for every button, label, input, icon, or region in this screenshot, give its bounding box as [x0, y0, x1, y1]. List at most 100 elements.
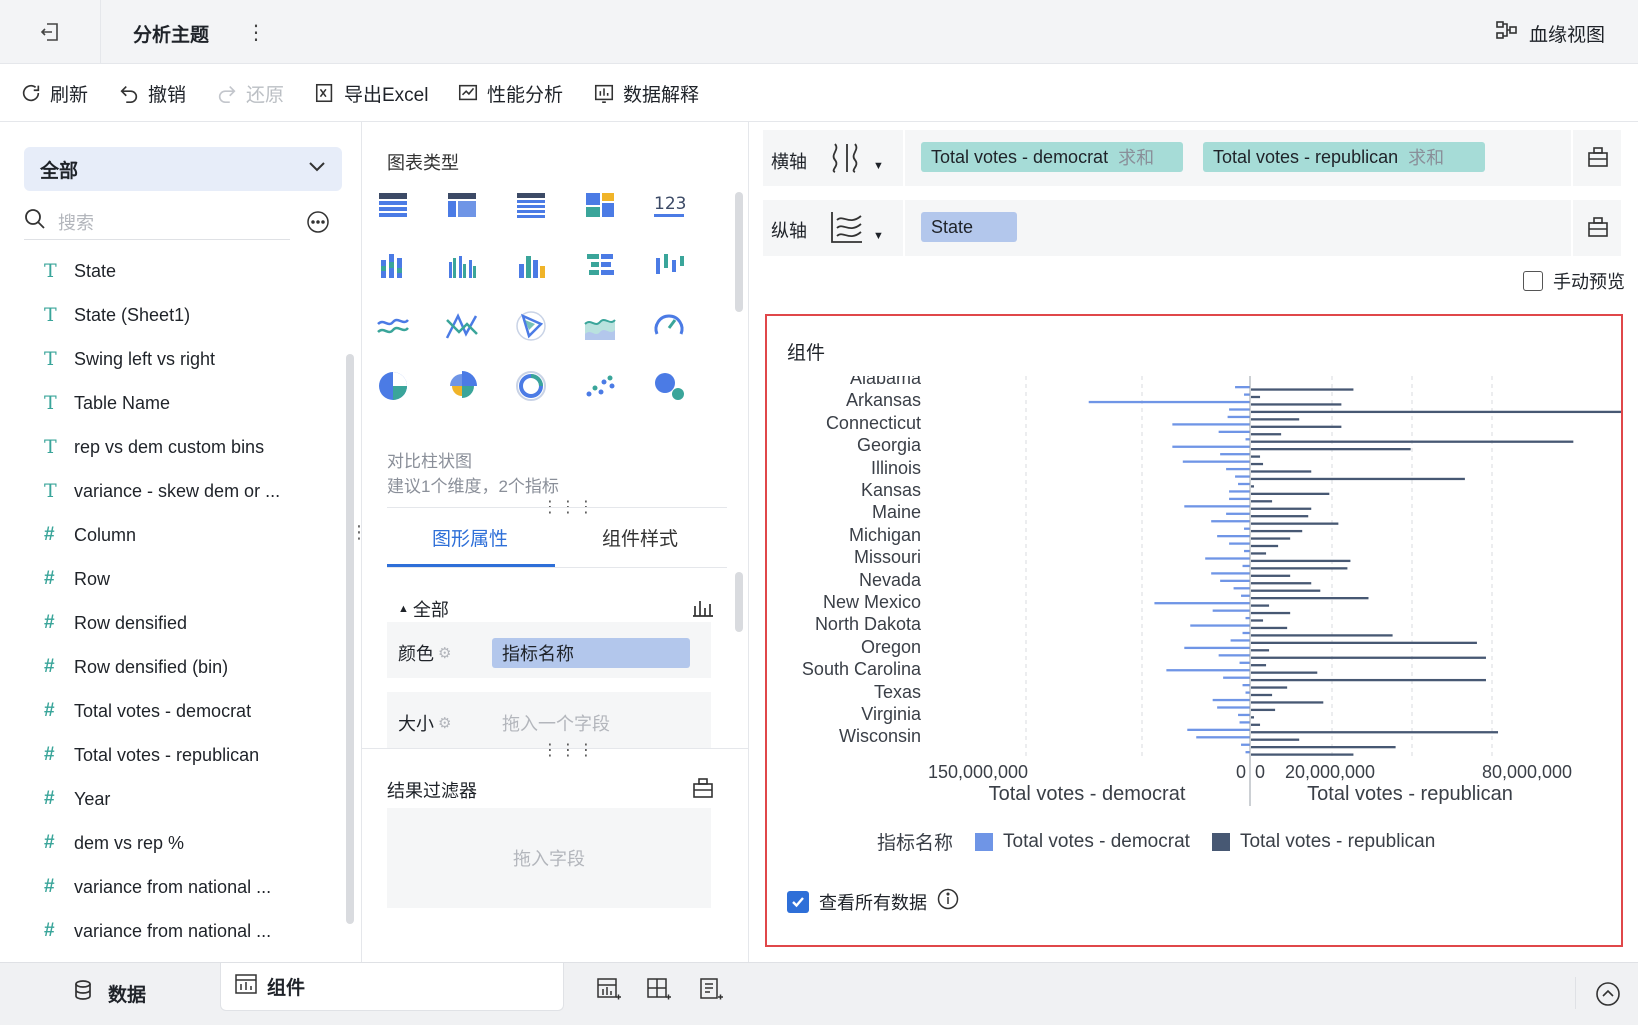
y-axis-dropdown-icon[interactable]: ▼: [873, 230, 884, 242]
bar-republican: [1251, 448, 1411, 451]
info-icon[interactable]: [937, 888, 959, 915]
add-cross-table-icon[interactable]: [646, 977, 672, 1008]
x-axis-label: 横轴: [771, 152, 807, 172]
number-indicator-icon[interactable]: 123: [651, 187, 687, 223]
section-drag-handle[interactable]: ⋮⋮⋮: [542, 740, 596, 760]
manual-preview-toggle[interactable]: 手动预览: [1523, 268, 1625, 294]
undo-icon: [120, 85, 138, 103]
performance-analysis-button[interactable]: 性能分析: [457, 78, 563, 108]
cross-table-icon[interactable]: [444, 187, 480, 223]
result-filter-drop-zone[interactable]: 拖入字段: [387, 808, 711, 908]
collapse-up-icon[interactable]: [1595, 981, 1621, 1012]
field-item[interactable]: # Column: [44, 520, 136, 550]
y-axis-settings-icon[interactable]: [1587, 216, 1609, 243]
bar-republican: [1251, 686, 1288, 689]
line-chart-icon[interactable]: [375, 308, 411, 344]
field-item[interactable]: Tvariance - skew dem or ...: [44, 476, 280, 506]
area-chart-icon[interactable]: [582, 308, 618, 344]
field-item[interactable]: T State (Sheet1): [44, 300, 190, 330]
add-table-widget-icon[interactable]: [596, 977, 622, 1008]
view-all-checkbox[interactable]: [787, 890, 809, 913]
field-item[interactable]: # variance from national ...: [44, 872, 271, 902]
kpi-board-icon[interactable]: [582, 187, 618, 223]
divider: [1571, 130, 1573, 186]
legend-swatch-democrat: [975, 832, 994, 851]
props-scrollbar[interactable]: [735, 572, 743, 632]
more-icon[interactable]: ⋮: [246, 20, 266, 45]
data-explain-button[interactable]: 数据解释: [593, 78, 699, 108]
field-item[interactable]: # Year: [44, 784, 110, 814]
undo-button[interactable]: 撤销: [118, 78, 186, 108]
x-field-chip-democrat[interactable]: Total votes - democrat 求和: [921, 142, 1183, 172]
search-icon: [24, 208, 46, 235]
bar-democrat: [1196, 736, 1250, 739]
export-excel-button[interactable]: 导出Excel: [314, 78, 428, 108]
tab-data[interactable]: 数据: [72, 979, 146, 1007]
column-chart-icon[interactable]: [513, 248, 549, 284]
range-column-icon[interactable]: [651, 248, 687, 284]
field-item[interactable]: # Total votes - democrat: [44, 696, 251, 726]
legend-item-republican[interactable]: Total votes - republican: [1240, 831, 1435, 853]
text-type-icon: T: [44, 348, 57, 370]
gear-icon[interactable]: ⚙: [438, 714, 451, 732]
stacked-column-icon[interactable]: [375, 248, 411, 284]
field-item[interactable]: T Table Name: [44, 388, 170, 418]
color-field-chip[interactable]: 指标名称: [492, 638, 690, 668]
view-all-data-toggle[interactable]: 查看所有数据: [787, 888, 959, 915]
field-list-scrollbar[interactable]: [346, 354, 354, 924]
field-item[interactable]: Trep vs dem custom bins: [44, 432, 264, 462]
y-axis-type-icon[interactable]: [829, 210, 865, 249]
manual-preview-checkbox[interactable]: [1523, 271, 1543, 291]
number-type-icon: #: [44, 524, 55, 545]
number-type-icon: #: [44, 832, 55, 853]
bar-chart-icon[interactable]: [692, 596, 714, 623]
gear-icon[interactable]: ⚙: [438, 644, 451, 662]
field-item[interactable]: T State: [44, 256, 116, 286]
field-item[interactable]: # Row: [44, 564, 110, 594]
table-icon[interactable]: [375, 187, 411, 223]
scope-dropdown[interactable]: 全部: [24, 147, 342, 191]
chart-type-scrollbar[interactable]: [735, 192, 743, 312]
field-item[interactable]: # dem vs rep %: [44, 828, 184, 858]
grouped-column-icon[interactable]: [444, 248, 480, 284]
add-report-icon[interactable]: [698, 977, 724, 1008]
x-field-chip-republican[interactable]: Total votes - republican 求和: [1203, 142, 1485, 172]
detail-table-icon[interactable]: [513, 187, 549, 223]
field-item[interactable]: T Swing left vs right: [44, 344, 215, 374]
search-input[interactable]: 搜索: [58, 209, 94, 235]
size-drop-zone[interactable]: 拖入一个字段: [502, 710, 610, 736]
tab-component-style[interactable]: 组件样式: [602, 524, 678, 551]
all-section-toggle[interactable]: ▲ 全部: [398, 596, 449, 622]
search-box[interactable]: 搜索: [24, 204, 290, 240]
rose-chart-icon[interactable]: [444, 368, 480, 404]
scatter-chart-icon[interactable]: [582, 368, 618, 404]
lineage-view-button[interactable]: 血缘视图: [1495, 18, 1605, 48]
x-axis-type-icon[interactable]: [829, 142, 865, 179]
x-axis-dropdown-icon[interactable]: ▼: [873, 160, 884, 172]
field-name: Row: [74, 568, 111, 589]
field-item[interactable]: # variance from national ...: [44, 916, 271, 946]
tab-widget[interactable]: 组件: [220, 963, 564, 1011]
field-item[interactable]: # Row densified: [44, 608, 187, 638]
pie-chart-icon[interactable]: [375, 368, 411, 404]
gauge-icon[interactable]: [651, 308, 687, 344]
bubble-chart-icon[interactable]: [651, 368, 687, 404]
back-icon[interactable]: [38, 20, 62, 44]
y-field-chip-state[interactable]: State: [921, 212, 1017, 242]
tab-shape-properties[interactable]: 图形属性: [432, 524, 508, 551]
bar-democrat: [1244, 393, 1250, 396]
bar-republican: [1251, 597, 1369, 600]
bar-republican: [1251, 485, 1255, 488]
x-axis-settings-icon[interactable]: [1587, 146, 1609, 173]
field-item[interactable]: # Total votes - republican: [44, 740, 259, 770]
redo-button[interactable]: 还原: [216, 78, 284, 108]
field-item[interactable]: # Row densified (bin): [44, 652, 228, 682]
filter-settings-icon[interactable]: [692, 777, 714, 804]
more-options-icon[interactable]: [306, 210, 330, 234]
refresh-button[interactable]: 刷新: [20, 78, 88, 108]
ring-chart-icon[interactable]: [513, 368, 549, 404]
multi-line-icon[interactable]: [444, 308, 480, 344]
legend-item-democrat[interactable]: Total votes - democrat: [1003, 831, 1190, 853]
radar-chart-icon[interactable]: [513, 308, 549, 344]
comparison-bar-icon[interactable]: [578, 244, 622, 288]
